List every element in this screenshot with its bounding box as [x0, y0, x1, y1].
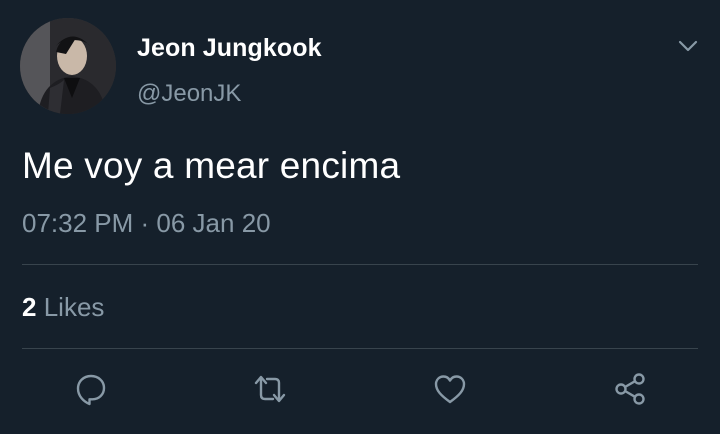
retweet-icon: [254, 375, 286, 403]
avatar-photo: [20, 18, 116, 114]
divider: [22, 348, 698, 349]
like-heart-icon: [434, 375, 466, 404]
timestamp-separator: ·: [133, 208, 157, 238]
tweet-date: 06 Jan 20: [156, 208, 271, 238]
reply-button[interactable]: [71, 369, 111, 409]
divider: [22, 264, 698, 265]
tweet-time: 07:32 PM: [22, 208, 134, 238]
tweet-text: Me voy a mear encima: [22, 145, 401, 186]
likes-summary[interactable]: 2 Likes: [22, 292, 104, 323]
reply-icon: [76, 374, 106, 406]
likes-label: Likes: [43, 292, 105, 322]
like-button[interactable]: [430, 369, 470, 409]
tweet-card: Jeon Jungkook @JeonJK Me voy a mear enci…: [0, 0, 720, 434]
tweet-timestamp: 07:32 PM · 06 Jan 20: [22, 208, 271, 239]
chevron-down-icon[interactable]: [676, 36, 700, 56]
retweet-button[interactable]: [250, 369, 290, 409]
author-display-name[interactable]: Jeon Jungkook: [137, 34, 322, 63]
share-icon: [615, 373, 645, 405]
avatar[interactable]: [20, 18, 116, 114]
share-button[interactable]: [610, 369, 650, 409]
likes-count: 2: [22, 292, 37, 322]
author-handle[interactable]: @JeonJK: [137, 80, 241, 108]
